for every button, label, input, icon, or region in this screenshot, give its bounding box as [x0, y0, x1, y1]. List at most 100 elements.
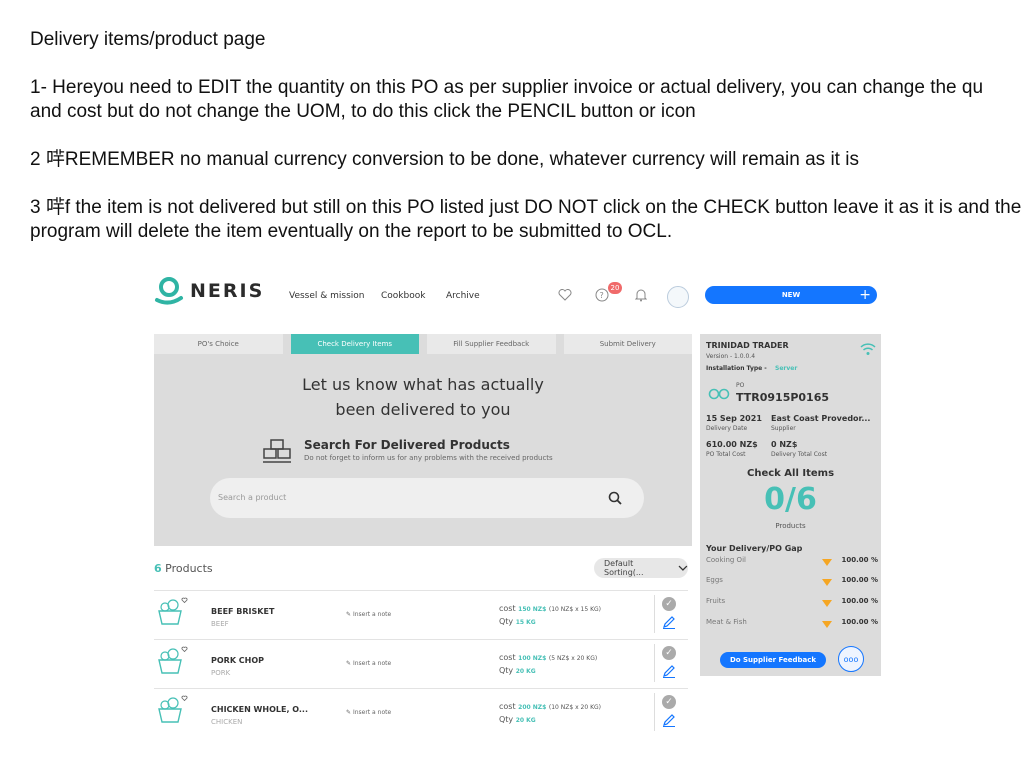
qty-value: 15 KG — [515, 619, 536, 626]
hero-title: Let us know what has actually been deliv… — [154, 372, 692, 422]
note-label: Insert a note — [352, 611, 392, 618]
product-row: BEEF BRISKET BEEF ✎ Insert a note cost 1… — [154, 590, 688, 637]
delivery-date: 15 Sep 2021 — [706, 414, 762, 423]
tab-pos-choice[interactable]: PO's Choice — [154, 334, 283, 354]
nav-archive[interactable]: Archive — [446, 291, 480, 301]
row-divider — [654, 693, 655, 731]
gap-category: Meat & Fish — [706, 618, 747, 626]
more-options-button[interactable]: ooo — [838, 646, 864, 672]
delivery-total-cost: 0 NZ$ — [771, 440, 798, 449]
sort-dropdown[interactable]: Default Sorting(... — [594, 558, 688, 578]
check-button[interactable]: ✓ — [662, 695, 676, 709]
products-count-title: 6 Products — [154, 562, 213, 575]
insert-note-link[interactable]: ✎ Insert a note — [346, 611, 391, 618]
search-heading: Search For Delivered Products — [304, 438, 510, 452]
delivery-total-cost-label: Delivery Total Cost — [771, 451, 828, 458]
search-subtext: Do not forget to inform us for any probl… — [304, 454, 553, 462]
instruction-1-line-2: and cost but do not change the UOM, to d… — [30, 101, 696, 122]
gap-percent: 100.00 % — [841, 576, 878, 584]
neris-logo-icon — [155, 277, 183, 305]
qty-value: 20 KG — [515, 717, 536, 724]
checked-fraction: 0/6 — [764, 482, 817, 517]
gap-category: Eggs — [706, 576, 723, 584]
check-button[interactable]: ✓ — [662, 597, 676, 611]
cost-detail: (10 NZ$ x 20 KG) — [548, 704, 602, 711]
product-qty: Qty 15 KG — [499, 617, 536, 626]
search-icon[interactable] — [608, 491, 622, 505]
wifi-icon — [860, 343, 876, 355]
product-search-input[interactable]: Search a product — [210, 478, 644, 518]
fraction-products-label: Products — [775, 522, 806, 530]
gap-percent: 100.00 % — [841, 618, 878, 626]
plus-icon: + — [859, 287, 871, 303]
product-basket-icon — [158, 597, 188, 625]
product-row: PORK CHOP PORK ✎ Insert a note cost 100 … — [154, 639, 688, 686]
check-button[interactable]: ✓ — [662, 646, 676, 660]
po-glasses-icon — [708, 388, 730, 400]
logo-text: NERIS — [190, 280, 265, 302]
warning-triangle-icon — [822, 579, 832, 586]
cost-value: 100 NZ$ — [518, 655, 547, 662]
nav-vessel-mission[interactable]: Vessel & mission — [289, 291, 365, 301]
instruction-2: 2 哶REMEMBER no manual currency conversio… — [30, 149, 859, 170]
gap-row: Cooking Oil 100.00 % — [706, 556, 878, 568]
products-header: 6 Products Default Sorting(... — [154, 558, 692, 586]
nav-cookbook[interactable]: Cookbook — [381, 291, 425, 301]
gap-percent: 100.00 % — [841, 597, 878, 605]
product-name: BEEF BRISKET — [211, 607, 275, 616]
pencil-icon[interactable] — [662, 615, 676, 629]
product-category: PORK — [211, 669, 231, 677]
cost-value: 150 NZ$ — [518, 606, 547, 613]
tab-fill-supplier-feedback[interactable]: Fill Supplier Feedback — [427, 334, 556, 354]
do-supplier-feedback-button[interactable]: Do Supplier Feedback — [720, 652, 826, 668]
insert-note-link[interactable]: ✎ Insert a note — [346, 709, 391, 716]
po-summary-sidebar: TRINIDAD TRADER Version - 1.0.0.4 Instal… — [700, 334, 881, 676]
gap-row: Fruits 100.00 % — [706, 597, 878, 609]
pencil-icon[interactable] — [662, 713, 676, 727]
gap-category: Cooking Oil — [706, 556, 746, 564]
delivery-main-panel: PO's Choice Check Delivery Items Fill Su… — [154, 334, 692, 546]
po-number: TTR0915P0165 — [736, 391, 830, 404]
pencil-icon[interactable] — [662, 664, 676, 678]
neris-app-screenshot: NERIS Vessel & mission Cookbook Archive … — [150, 270, 885, 738]
bell-icon[interactable] — [632, 286, 650, 304]
gap-row: Eggs 100.00 % — [706, 576, 878, 588]
hero-title-line-1: Let us know what has actually — [302, 375, 544, 394]
check-all-items-link[interactable]: Check All Items — [700, 468, 881, 479]
neris-logo[interactable]: NERIS — [154, 276, 264, 306]
supplier-name: East Coast Provedor... — [771, 414, 871, 423]
heart-icon[interactable] — [556, 286, 574, 304]
cost-label: cost — [499, 702, 516, 711]
warning-triangle-icon — [822, 559, 832, 566]
product-cost: cost 150 NZ$ (10 NZ$ x 15 KG) — [499, 604, 601, 613]
sort-label: Default Sorting(... — [604, 559, 644, 577]
instruction-1-line-1: 1- Hereyou need to EDIT the quantity on … — [30, 77, 984, 98]
product-name: CHICKEN WHOLE, O... — [211, 705, 309, 714]
boxes-icon — [263, 439, 291, 463]
delivery-date-label: Delivery Date — [706, 425, 748, 432]
user-avatar[interactable] — [667, 286, 689, 308]
qty-label: Qty — [499, 666, 514, 675]
tab-submit-delivery[interactable]: Submit Delivery — [563, 334, 692, 354]
tab-check-delivery-items[interactable]: Check Delivery Items — [290, 334, 419, 354]
row-divider — [654, 595, 655, 633]
installation-type-label: Installation Type - — [706, 365, 767, 372]
note-label: Insert a note — [352, 709, 392, 716]
new-button[interactable]: NEW + — [705, 286, 877, 304]
qty-label: Qty — [499, 617, 514, 626]
warning-triangle-icon — [822, 600, 832, 607]
cost-label: cost — [499, 604, 516, 613]
products-label: Products — [165, 562, 213, 575]
gap-title: Your Delivery/PO Gap — [706, 544, 803, 553]
cost-value: 200 NZ$ — [518, 704, 547, 711]
cost-detail: (10 NZ$ x 15 KG) — [548, 606, 602, 613]
product-basket-icon — [158, 646, 188, 674]
svg-text:?: ? — [600, 291, 604, 300]
insert-note-link[interactable]: ✎ Insert a note — [346, 660, 391, 667]
notification-badge: 20 — [608, 282, 622, 294]
gap-percent: 100.00 % — [841, 556, 878, 564]
note-label: Insert a note — [352, 660, 392, 667]
product-qty: Qty 20 KG — [499, 715, 536, 724]
product-category: CHICKEN — [211, 718, 243, 726]
vessel-name: TRINIDAD TRADER — [706, 341, 789, 350]
